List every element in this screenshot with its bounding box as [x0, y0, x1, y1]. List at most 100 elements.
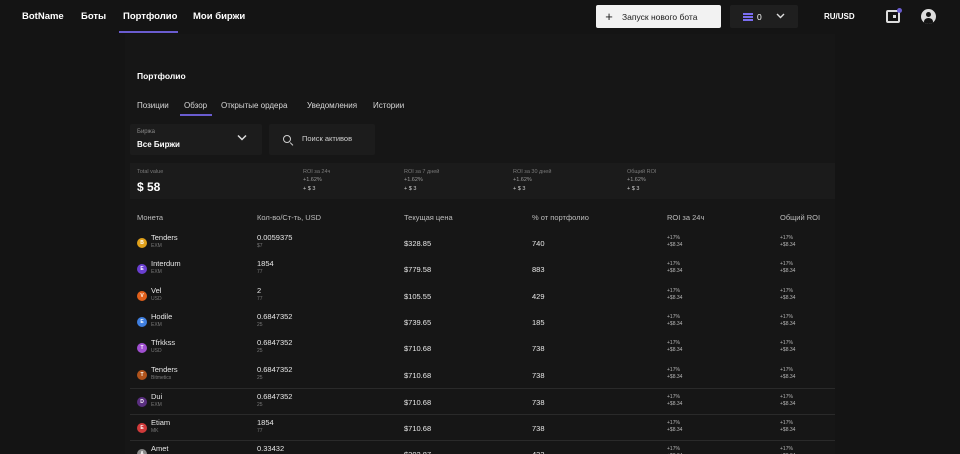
coin-icon: E	[137, 423, 147, 433]
asset-search[interactable]	[269, 124, 375, 155]
roi-30d-label: ROI за 30 дней	[513, 169, 552, 175]
table-row[interactable]: E Hodile EXM 0.6847352 25 $739.65 185 +17% +$8.3…	[130, 309, 835, 335]
coin-quantity: 0.6847352	[257, 312, 293, 321]
search-input[interactable]	[302, 134, 370, 143]
coin-exchange: USD	[151, 296, 162, 302]
roi-total-usd: +$8.34	[780, 268, 796, 274]
coin-name: Etiam	[151, 418, 171, 427]
roi-24h-pct: +17%	[667, 420, 680, 426]
tab-history[interactable]: Истории	[373, 101, 404, 110]
table-row[interactable]: E Etiam MK 1854 77 $710.68 738 +17% +$8.34 +17% +$…	[130, 414, 835, 440]
roi-total-usd: +$8.34	[780, 401, 796, 407]
coin-roi-24h: +17%+$8.34	[667, 446, 682, 454]
column-header-portfolio-pct[interactable]: % от портфолио	[532, 213, 589, 222]
table-row[interactable]: A Amet 0.33432 $202.87 432 +17%+$8.34 +17%+$8.…	[130, 440, 835, 454]
column-header-price[interactable]: Текущая цена	[404, 213, 453, 222]
coin-value-usd: 25	[257, 402, 263, 408]
nav-active-indicator	[119, 31, 178, 33]
coin-exchange: EXM	[151, 243, 162, 249]
roi-24h-usd: + $ 3	[303, 186, 316, 192]
roi-total-pct: +17%	[780, 446, 793, 452]
column-header-roi-24h[interactable]: ROI за 24ч	[667, 213, 704, 222]
roi-24h-label: ROI за 24ч	[303, 169, 331, 175]
roi-7d-pct: +1.62%	[404, 177, 423, 183]
language-currency-selector[interactable]: RU/USD	[824, 12, 855, 21]
new-bot-button[interactable]: + Запуск нового бота	[596, 5, 721, 28]
tab-notifications[interactable]: Уведомления	[307, 101, 357, 110]
tab-open-orders[interactable]: Открытые ордера	[221, 101, 287, 110]
coin-name: Tenders	[151, 233, 178, 242]
coin-value-usd: 77	[257, 428, 263, 434]
coin-value-usd: 25	[257, 348, 263, 354]
coin-portfolio-pct: 883	[532, 265, 545, 274]
roi-7d-label: ROI за 7 дней	[404, 169, 440, 175]
table-row[interactable]: T Tfrkkss USD 0.6847352 25 $710.68 738 +17% +$8.…	[130, 335, 835, 361]
roi-total-usd: +$8.34	[780, 374, 796, 380]
roi-24h-usd: +$8.34	[667, 242, 683, 248]
tab-positions[interactable]: Позиции	[137, 101, 169, 110]
roi-total-usd: +$8.34	[780, 242, 796, 248]
brand-logo[interactable]: BotName	[22, 11, 64, 22]
new-bot-label: Запуск нового бота	[622, 11, 698, 22]
coin-roi-total: +17%+$8.34	[780, 288, 795, 302]
page-title: Портфолио	[137, 71, 186, 81]
roi-24h-pct: +17%	[667, 394, 680, 400]
coin-portfolio-pct: 738	[532, 424, 545, 433]
roi-total-usd: +$8.34	[780, 295, 796, 301]
roi-total-pct: +17%	[780, 235, 793, 241]
wallet-icon[interactable]	[886, 8, 902, 23]
coin-portfolio-pct: 185	[532, 318, 545, 327]
coin-icon: A	[137, 449, 147, 454]
roi-24h-pct: +17%	[667, 446, 680, 452]
bots-count: 0	[757, 11, 762, 22]
portfolio-summary: Total value $ 58 ROI за 24ч +1.62% + $ 3…	[130, 163, 835, 199]
coin-value-usd: 77	[257, 296, 263, 302]
coin-portfolio-pct: 738	[532, 344, 545, 353]
roi-24h-pct: +17%	[667, 288, 680, 294]
coin-icon: V	[137, 291, 147, 301]
coin-quantity: 0.6847352	[257, 392, 293, 401]
column-header-coin[interactable]: Монета	[137, 213, 163, 222]
search-icon	[283, 135, 291, 143]
roi-total-pct: +17%	[780, 340, 793, 346]
roi-24h-pct: +17%	[667, 261, 680, 267]
coin-portfolio-pct: 738	[532, 371, 545, 380]
coin-roi-24h: +17%+$8.34	[667, 288, 682, 302]
table-row[interactable]: D Dui EXM 0.6847352 25 $710.68 738 +17% +$8.34 +1…	[130, 388, 835, 414]
exchange-select[interactable]: Биржа Все Биржи	[130, 124, 262, 155]
column-header-roi-total[interactable]: Общий ROI	[780, 213, 820, 222]
coin-roi-total: +17%+$8.34	[780, 314, 795, 328]
nav-link-bots[interactable]: Боты	[81, 11, 106, 22]
roi-24h-usd: +$8.34	[667, 401, 683, 407]
roi-30d-usd: + $ 3	[513, 186, 526, 192]
coin-value-usd: 25	[257, 375, 263, 381]
roi-total-pct: +17%	[780, 420, 793, 426]
bots-count-dropdown[interactable]: 0	[730, 5, 798, 28]
roi-24h-pct: +17%	[667, 367, 680, 373]
coin-quantity: 0.6847352	[257, 338, 293, 347]
user-avatar-icon[interactable]	[921, 9, 936, 24]
exchange-label: Биржа	[137, 129, 155, 135]
coin-roi-24h: +17%+$8.34	[667, 367, 682, 381]
tab-active-indicator	[180, 114, 212, 116]
roi-24h-pct: +17%	[667, 235, 680, 241]
nav-link-portfolio[interactable]: Портфолио	[123, 11, 177, 22]
nav-link-my-exchanges[interactable]: Мои биржи	[193, 11, 245, 22]
table-row[interactable]: V Vel USD 2 77 $105.55 429 +17% +$8.34 +17% +$8.34	[130, 283, 835, 309]
coin-name: Amet	[151, 444, 169, 453]
coin-exchange: USD	[151, 348, 162, 354]
total-value-label: Total value	[137, 169, 164, 175]
plus-icon: +	[605, 9, 613, 24]
coin-roi-24h: +17%+$8.34	[667, 340, 682, 354]
column-header-quantity[interactable]: Кол-во/Ст-ть, USD	[257, 213, 321, 222]
roi-total-usd: +$8.34	[780, 427, 796, 433]
coin-value-usd: $7	[257, 243, 263, 249]
coin-price: $710.68	[404, 371, 432, 380]
coin-quantity: 2	[257, 286, 262, 295]
table-row[interactable]: B Tenders EXM 0.0059375 $7 $328.85 740 +17% +$8.…	[130, 230, 835, 256]
table-row[interactable]: T Tenders Bitmetics 0.6847352 25 $710.68 738 +1…	[130, 362, 835, 388]
table-row[interactable]: E Interdum EXM 1854 77 $779.58 883 +17% +$8.34 +1…	[130, 256, 835, 282]
tab-overview[interactable]: Обзор	[184, 101, 207, 110]
coin-roi-total: +17%+$8.34	[780, 340, 795, 354]
roi-30d-pct: +1.62%	[513, 177, 532, 183]
